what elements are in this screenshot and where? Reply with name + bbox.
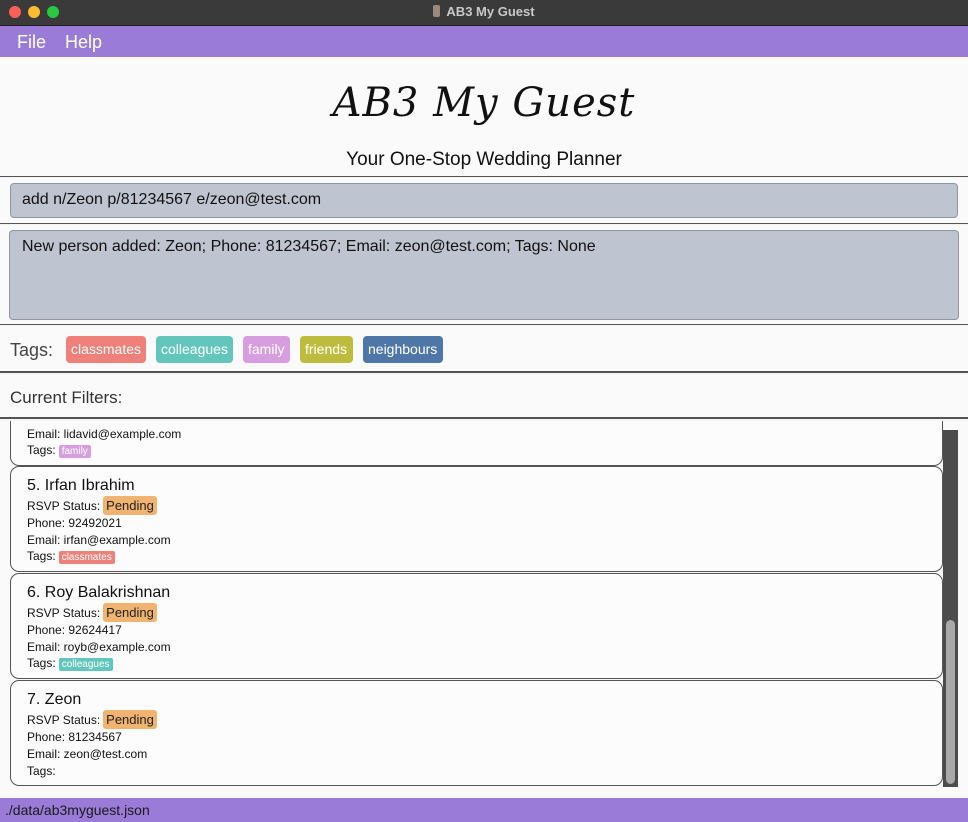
person-list[interactable]: Email: lidavid@example.com Tags: family 5… bbox=[0, 421, 968, 798]
person-email: Email: zeon@test.com bbox=[27, 747, 148, 761]
tag-chip-classmates[interactable]: classmates bbox=[66, 336, 146, 363]
person-tags-label: Tags: bbox=[27, 764, 56, 778]
rsvp-status-badge: Pending bbox=[103, 603, 157, 622]
person-card[interactable]: 7. Zeon RSVP Status: Pending Phone: 81234… bbox=[10, 680, 943, 786]
person-tag: classmates bbox=[58, 551, 115, 564]
menu-file[interactable]: File bbox=[17, 32, 46, 53]
person-name: 6. Roy Balakrishnan bbox=[27, 584, 171, 601]
person-email: Email: royb@example.com bbox=[27, 640, 171, 654]
command-area: add n/Zeon p/81234567 e/zeon@test.com bbox=[0, 178, 968, 224]
window-titlebar: AB3 My Guest bbox=[0, 0, 968, 26]
tag-chip-family[interactable]: family bbox=[243, 336, 290, 363]
rsvp-status-badge: Pending bbox=[103, 496, 157, 515]
status-bar: ./data/ab3myguest.json bbox=[0, 798, 968, 822]
person-tags-row: Tags: bbox=[27, 764, 56, 778]
tag-chip-colleagues[interactable]: colleagues bbox=[156, 336, 233, 363]
person-tags-label: Tags: bbox=[27, 443, 56, 457]
person-rsvp-row: RSVP Status: Pending bbox=[27, 603, 157, 622]
scrollbar-thumb[interactable] bbox=[946, 620, 955, 784]
person-email: Email: lidavid@example.com bbox=[27, 427, 182, 441]
save-location: ./data/ab3myguest.json bbox=[5, 802, 150, 818]
person-email: Email: irfan@example.com bbox=[27, 533, 171, 547]
filters-label: Current Filters: bbox=[10, 388, 123, 407]
app-logo: AB3 My Guest bbox=[332, 80, 636, 126]
tag-chip-neighbours[interactable]: neighbours bbox=[363, 336, 443, 363]
window-title: AB3 My Guest bbox=[0, 4, 968, 19]
window-title-text: AB3 My Guest bbox=[446, 4, 535, 19]
person-tags-row: Tags: family bbox=[27, 443, 91, 458]
person-phone: Phone: 92624417 bbox=[27, 623, 122, 637]
person-tags-label: Tags: bbox=[27, 549, 56, 563]
tags-bar: Tags: classmates colleagues family frien… bbox=[0, 326, 968, 373]
app-subtitle: Your One-Stop Wedding Planner bbox=[346, 149, 622, 170]
rsvp-label: RSVP Status: bbox=[27, 713, 101, 727]
menu-help[interactable]: Help bbox=[65, 32, 102, 53]
tags-label: Tags: bbox=[10, 340, 54, 360]
menu-bar: File Help bbox=[0, 26, 968, 57]
person-tags-label: Tags: bbox=[27, 656, 56, 670]
person-card[interactable]: 5. Irfan Ibrahim RSVP Status: Pending Pho… bbox=[10, 466, 943, 572]
person-tags-row: Tags: classmates bbox=[27, 549, 115, 564]
rsvp-label: RSVP Status: bbox=[27, 606, 101, 620]
tag-chip-friends[interactable]: friends bbox=[300, 336, 353, 363]
person-tag: family bbox=[58, 445, 91, 458]
person-tags-row: Tags: colleagues bbox=[27, 656, 113, 671]
person-list-scrollbar[interactable] bbox=[943, 430, 958, 787]
result-display: New person added: Zeon; Phone: 81234567;… bbox=[9, 230, 959, 320]
app-icon bbox=[433, 5, 441, 17]
result-area: New person added: Zeon; Phone: 81234567;… bbox=[0, 225, 968, 325]
app-header: AB3 My Guest Your One-Stop Wedding Plann… bbox=[0, 57, 968, 177]
rsvp-status-badge: Pending bbox=[103, 710, 157, 729]
rsvp-label: RSVP Status: bbox=[27, 499, 101, 513]
person-name: 7. Zeon bbox=[27, 691, 82, 708]
person-phone: Phone: 81234567 bbox=[27, 730, 122, 744]
person-rsvp-row: RSVP Status: Pending bbox=[27, 710, 157, 729]
person-name: 5. Irfan Ibrahim bbox=[27, 477, 135, 494]
person-card[interactable]: Email: lidavid@example.com Tags: family bbox=[10, 421, 943, 466]
person-card[interactable]: 6. Roy Balakrishnan RSVP Status: Pending … bbox=[10, 573, 943, 679]
person-tag: colleagues bbox=[58, 658, 113, 671]
filters-bar: Current Filters: bbox=[0, 375, 968, 419]
command-input[interactable]: add n/Zeon p/81234567 e/zeon@test.com bbox=[10, 183, 958, 218]
person-rsvp-row: RSVP Status: Pending bbox=[27, 496, 157, 515]
person-phone: Phone: 92492021 bbox=[27, 516, 122, 530]
